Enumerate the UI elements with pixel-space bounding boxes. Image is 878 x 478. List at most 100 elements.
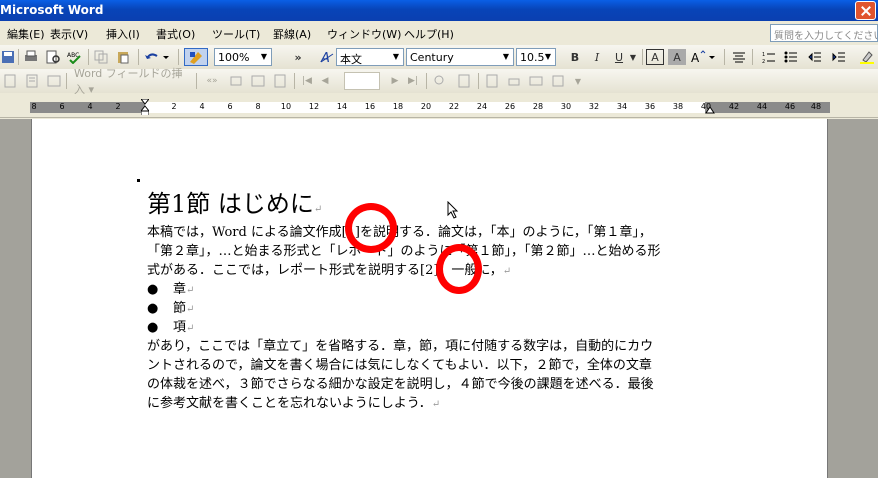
paragraph-line[interactable]: の体裁を述べ，３節でさらなる細かな設定を説明し，４節で今後の課題を述べる．最後 <box>147 373 654 392</box>
right-indent-marker-icon[interactable] <box>705 106 715 116</box>
bold-button[interactable]: B <box>566 48 584 66</box>
bullet-icon: ● <box>147 301 159 316</box>
last-record-icon[interactable]: ▶| <box>406 72 420 90</box>
menu-tools[interactable]: ツール(T) <box>212 26 260 42</box>
ruler-tick: 42 <box>728 102 740 111</box>
zoom-value: 100% <box>218 51 250 64</box>
underline-button[interactable]: U <box>610 48 628 66</box>
recipients-icon[interactable] <box>46 72 62 90</box>
menu-table[interactable]: 罫線(A) <box>273 26 311 42</box>
list-item[interactable]: ● 節↵ <box>147 297 194 316</box>
numbering-icon[interactable]: 12 <box>760 48 778 66</box>
list-item-text: 節 <box>173 301 187 316</box>
list-item[interactable]: ● 章↵ <box>147 278 194 297</box>
font-size-select[interactable]: 10.5 ▼ <box>516 48 556 66</box>
paragraph-line[interactable]: 「第２章」，…と始まる形式と「レポート」のように「第１節」，「第２節」…と始める… <box>147 240 661 259</box>
chevron-down-icon: ▼ <box>392 52 400 61</box>
menu-window[interactable]: ウィンドウ(W) <box>327 26 401 42</box>
first-record-icon[interactable]: |◀ <box>300 72 314 90</box>
decrease-indent-icon[interactable] <box>806 48 824 66</box>
character-scaling-icon[interactable]: A <box>690 48 718 66</box>
next-record-icon[interactable]: ▶ <box>388 72 402 90</box>
check-errors-icon[interactable] <box>456 72 472 90</box>
chevron-down-icon[interactable]: ▼ <box>570 72 586 90</box>
section-heading[interactable]: 第1節 はじめに↵ <box>147 184 322 219</box>
style-value: 本文 <box>340 53 362 66</box>
styles-icon[interactable]: A <box>318 48 336 66</box>
menu-help[interactable]: ヘルプ(H) <box>404 26 454 42</box>
text-boundary-mark <box>137 179 140 182</box>
align-center-icon[interactable] <box>730 48 748 66</box>
spellcheck-icon[interactable]: ABC <box>66 48 84 66</box>
print-preview-icon[interactable] <box>44 48 62 66</box>
paragraph-mark: ↵ <box>313 204 323 215</box>
document-area: 第1節 はじめに↵ 本稿では，Word による論文作成[1]を説明する．論文は，… <box>0 119 878 478</box>
list-item-text: 章 <box>173 282 187 297</box>
menu-edit[interactable]: 編集(E) <box>7 26 45 42</box>
merge-to-printer-icon[interactable] <box>506 72 522 90</box>
paragraph-mark: ↵ <box>431 399 441 410</box>
ruler-tick: 48 <box>810 102 822 111</box>
insert-word-field-button[interactable]: Word フィールドの挿入 ▾ <box>74 67 184 96</box>
list-item[interactable]: ● 項↵ <box>147 316 194 335</box>
paragraph-line[interactable]: があり，ここでは「章立て」を省略する．章，節，項に付随する数字は，自動的にカウ <box>147 335 653 354</box>
drawing-icon[interactable] <box>184 48 208 66</box>
menu-format[interactable]: 書式(O) <box>156 26 195 42</box>
increase-indent-icon[interactable] <box>830 48 848 66</box>
italic-button[interactable]: I <box>588 48 606 66</box>
svg-text:1: 1 <box>762 52 765 58</box>
separator <box>724 49 725 65</box>
menu-insert[interactable]: 挿入(I) <box>106 26 140 42</box>
match-fields-icon[interactable] <box>250 72 266 90</box>
merge-to-fax-icon[interactable] <box>550 72 566 90</box>
font-select[interactable]: Century ▼ <box>406 48 514 66</box>
merge-to-new-doc-icon[interactable] <box>484 72 500 90</box>
menu-view[interactable]: 表示(V) <box>50 26 88 42</box>
indent-marker-icon[interactable] <box>141 99 149 115</box>
toolbar-overflow-button[interactable]: » <box>292 48 304 66</box>
separator <box>138 49 139 65</box>
record-number-input[interactable] <box>344 72 380 90</box>
view-merged-data-icon[interactable]: «» <box>202 72 222 90</box>
ruler-tick: 38 <box>672 102 684 111</box>
chevron-down-icon[interactable]: ▼ <box>628 48 638 66</box>
find-entry-icon[interactable] <box>432 72 448 90</box>
highlight-icon[interactable] <box>858 48 876 66</box>
svg-text:A: A <box>691 51 700 64</box>
paragraph-line[interactable]: に参考文献を書くことを忘れないようにしよう．↵ <box>147 392 440 411</box>
font-value: Century <box>410 51 454 64</box>
undo-icon[interactable] <box>142 48 172 66</box>
paragraph-mark: ↵ <box>186 304 195 315</box>
horizontal-ruler[interactable]: 8 6 4 2 2 4 6 8 10 12 14 16 18 20 22 24 … <box>0 98 878 118</box>
print-icon[interactable] <box>22 48 40 66</box>
save-icon[interactable] <box>0 48 16 66</box>
previous-record-icon[interactable]: ◀ <box>318 72 332 90</box>
paste-icon[interactable] <box>114 48 132 66</box>
separator <box>752 49 753 65</box>
ruler-tick: 28 <box>532 102 544 111</box>
ruler-tick: 24 <box>476 102 488 111</box>
ruler-tick: 36 <box>644 102 656 111</box>
close-icon[interactable] <box>855 1 876 20</box>
character-border-button[interactable]: A <box>646 49 664 65</box>
zoom-select[interactable]: 100% ▼ <box>214 48 272 66</box>
title-bar: Microsoft Word <box>0 0 878 21</box>
highlight-fields-icon[interactable] <box>228 72 244 90</box>
paragraph-line[interactable]: ントされるので，論文を書く場合には気にしなくてもよい．以下，２節で，全体の文章 <box>147 354 652 373</box>
character-shading-button[interactable]: A <box>668 49 686 65</box>
merge-to-email-icon[interactable] <box>528 72 544 90</box>
document-page[interactable]: 第1節 はじめに↵ 本稿では，Word による論文作成[1]を説明する．論文は，… <box>31 119 828 478</box>
paragraph-mark: ↵ <box>186 285 195 296</box>
window-title: Microsoft Word <box>0 3 104 17</box>
main-document-icon[interactable] <box>2 72 18 90</box>
paragraph-line[interactable]: 本稿では，Word による論文作成[1]を説明する．論文は，「本」のように，「第… <box>147 221 652 240</box>
help-search-input[interactable]: 質問を入力してください <box>770 24 878 42</box>
ruler-tick: 12 <box>308 102 320 111</box>
ruler-tick: 22 <box>448 102 460 111</box>
copy-icon[interactable] <box>92 48 110 66</box>
open-data-source-icon[interactable] <box>24 72 40 90</box>
style-select[interactable]: 本文 ▼ <box>336 48 404 66</box>
propagate-labels-icon[interactable] <box>272 72 288 90</box>
paragraph-mark: ↵ <box>186 323 195 334</box>
bullets-icon[interactable] <box>782 48 800 66</box>
